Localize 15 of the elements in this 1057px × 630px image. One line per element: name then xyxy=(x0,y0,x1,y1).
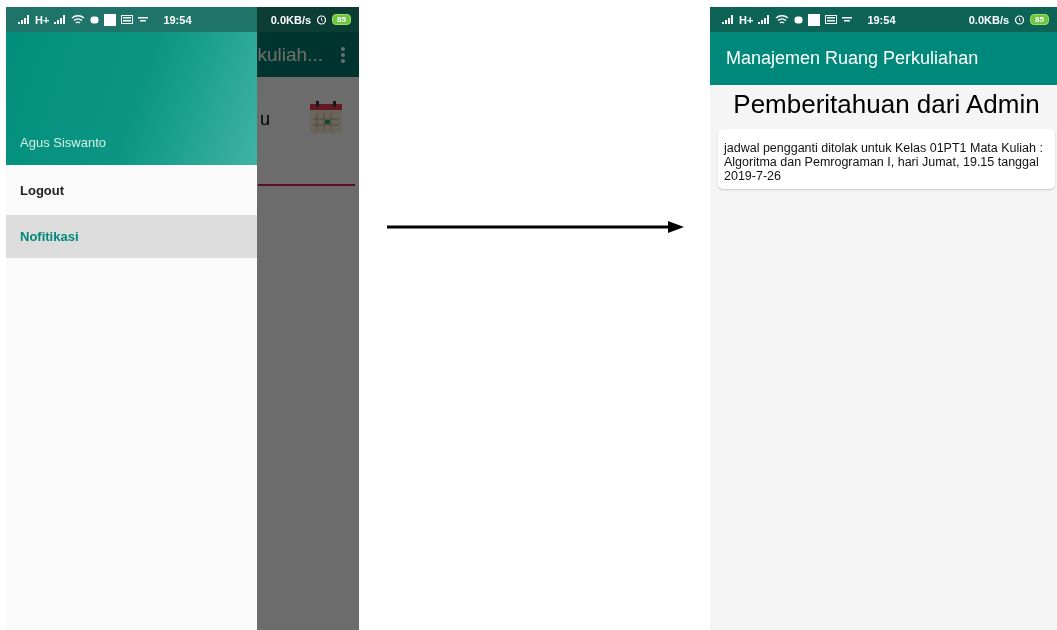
battery-level: 85 xyxy=(1030,14,1049,25)
battery-level: 85 xyxy=(332,14,351,25)
app-title: kuliah... xyxy=(257,43,323,66)
network-type: H+ xyxy=(739,13,754,26)
notification-card: jadwal pengganti ditolak untuk Kelas 01PT1 Mata Kuliah : Algoritma dan Pemrograman I, hari Jumat, 19.15 tanggal 2019-7-26 xyxy=(718,129,1055,189)
network-speed: 0.0KB/s xyxy=(968,13,1010,26)
network-type: H+ xyxy=(35,13,50,26)
clock-time: 19:54 xyxy=(867,13,896,26)
user-name: Agus Siswanto xyxy=(20,135,106,150)
text-fragment: u xyxy=(260,109,270,130)
page-heading: Pemberitahuan dari Admin xyxy=(732,89,1041,120)
network-speed: 0.0KB/s xyxy=(270,13,312,26)
clock-time: 19:54 xyxy=(163,13,192,26)
drawer-item[interactable]: Logout xyxy=(6,165,257,215)
app-title: Manajemen Ruang Perkuliahan xyxy=(726,48,979,69)
